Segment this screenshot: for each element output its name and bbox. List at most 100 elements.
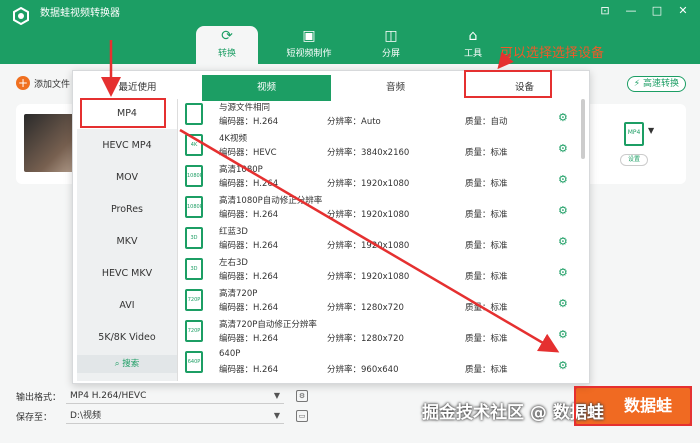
preset-encoder: 编码器：H.264 xyxy=(219,272,279,282)
gear-icon[interactable]: ⚙ xyxy=(558,112,568,124)
preset-encoder: 编码器：H.264 xyxy=(219,334,279,344)
toolbox-icon: ⌂ xyxy=(468,28,478,44)
preset-list: 与源文件相同 编码器：H.264 分辨率：Auto 质量：自动 ⚙ 4K 4K视… xyxy=(179,99,579,381)
split-screen-icon: ◫ xyxy=(384,28,398,44)
preset-quality: 质量：标准 xyxy=(465,303,508,313)
preset-name: 4K视频 xyxy=(219,134,247,144)
gear-icon[interactable]: ⚙ xyxy=(558,298,568,310)
tab-convert[interactable]: ⟳ 转换 xyxy=(196,26,258,66)
format-search-button[interactable]: ⌕ 搜索 xyxy=(77,355,177,373)
preset-resolution: 分辨率：3840x2160 xyxy=(327,148,410,158)
output-format-button[interactable]: MP4 xyxy=(624,122,644,146)
app-title: 数据蛙视频转换器 xyxy=(40,8,120,19)
video-preset-icon: 720P xyxy=(185,289,203,311)
video-preset-icon: 720P xyxy=(185,320,203,342)
preset-encoder: 编码器：H.264 xyxy=(219,241,279,251)
preset-name: 高清1080P自动修正分辨率 xyxy=(219,196,323,206)
image-icon: ▣ xyxy=(302,28,316,44)
annotation-text: 可以选择选择设备 xyxy=(500,46,605,61)
preset-quality: 质量：标准 xyxy=(465,365,508,375)
close-button[interactable]: ✕ xyxy=(674,4,692,18)
search-icon: ⌕ xyxy=(114,359,120,369)
add-file-button[interactable]: + 添加文件 xyxy=(16,76,70,90)
preset-row[interactable]: 3D 红蓝3D 编码器：H.264 分辨率：1920x1080 质量：标准 ⚙ xyxy=(179,223,579,254)
preset-name: 红蓝3D xyxy=(219,227,248,237)
save-to-select[interactable]: D:\视频 ▼ xyxy=(66,408,284,424)
popup-tab-video[interactable]: 视频 xyxy=(202,75,331,101)
tab-split-screen[interactable]: ◫ 分屏 xyxy=(360,26,422,66)
app-logo-icon xyxy=(13,7,29,25)
format-item-hevc-mp4[interactable]: HEVC MP4 xyxy=(77,131,177,161)
preset-row[interactable]: 720P 高清720P自动修正分辨率 编码器：H.264 分辨率：1280x72… xyxy=(179,316,579,347)
video-preset-icon: 1080P xyxy=(185,165,203,187)
preset-name: 高清720P xyxy=(219,289,258,299)
highlight-box-convert xyxy=(574,386,692,426)
plus-icon: + xyxy=(16,76,30,90)
preset-resolution: 分辨率：1920x1080 xyxy=(327,210,410,220)
lightning-icon: ⚡ xyxy=(633,79,641,89)
format-item-5k-8k[interactable]: 5K/8K Video xyxy=(77,323,177,353)
preset-quality: 质量：标准 xyxy=(465,210,508,220)
chevron-down-icon: ▼ xyxy=(273,411,280,420)
gear-icon[interactable]: ⚙ xyxy=(558,360,568,372)
save-to-value: D:\视频 xyxy=(70,411,101,421)
preset-row[interactable]: 640P 640P 编码器：H.264 分辨率：960x640 质量：标准 ⚙ xyxy=(179,347,579,378)
preset-row[interactable]: 3D 左右3D 编码器：H.264 分辨率：1920x1080 质量：标准 ⚙ xyxy=(179,254,579,285)
maximize-button[interactable]: □ xyxy=(648,4,666,18)
video-preset-icon: 640P xyxy=(185,351,203,373)
preset-quality: 质量：标准 xyxy=(465,272,508,282)
preset-resolution: 分辨率：1920x1080 xyxy=(327,179,410,189)
preset-encoder: 编码器：HEVC xyxy=(219,148,277,158)
preset-quality: 质量：标准 xyxy=(465,241,508,251)
gear-icon[interactable]: ⚙ xyxy=(558,236,568,248)
preset-encoder: 编码器：H.264 xyxy=(219,179,279,189)
item-settings-button[interactable]: 设置 xyxy=(620,154,648,166)
minimize-button[interactable]: — xyxy=(622,4,640,18)
preset-row[interactable]: 4K 4K视频 编码器：HEVC 分辨率：3840x2160 质量：标准 ⚙ xyxy=(179,130,579,161)
format-settings-icon[interactable]: ⚙ xyxy=(296,390,308,402)
tab-short-video[interactable]: ▣ 短视频制作 xyxy=(278,26,340,66)
preset-resolution: 分辨率：960x640 xyxy=(327,365,399,375)
preset-row[interactable]: 1080P 高清1080P 编码器：H.264 分辨率：1920x1080 质量… xyxy=(179,161,579,192)
scrollbar[interactable] xyxy=(581,99,585,159)
preset-name: 640P xyxy=(219,349,241,359)
format-item-prores[interactable]: ProRes xyxy=(77,195,177,225)
gear-icon[interactable]: ⚙ xyxy=(558,143,568,155)
output-format-select[interactable]: MP4 H.264/HEVC ▼ xyxy=(66,388,284,404)
preset-name: 高清720P自动修正分辨率 xyxy=(219,320,317,330)
preset-encoder: 编码器：H.264 xyxy=(219,117,279,127)
folder-icon[interactable]: ▭ xyxy=(296,410,308,422)
popup-tab-audio[interactable]: 音频 xyxy=(331,75,460,101)
fast-convert-button[interactable]: ⚡ 高速转换 xyxy=(626,76,686,92)
preset-encoder: 编码器：H.264 xyxy=(219,365,279,375)
tab-label: 转换 xyxy=(217,49,236,59)
output-format-value: MP4 H.264/HEVC xyxy=(70,391,147,401)
preset-row[interactable]: 720P 高清720P 编码器：H.264 分辨率：1280x720 质量：标准… xyxy=(179,285,579,316)
preset-quality: 质量：标准 xyxy=(465,179,508,189)
gear-icon[interactable]: ⚙ xyxy=(558,267,568,279)
format-item-mkv[interactable]: MKV xyxy=(77,227,177,257)
preset-row[interactable]: 1080P 高清1080P自动修正分辨率 编码器：H.264 分辨率：1920x… xyxy=(179,192,579,223)
tab-tools[interactable]: ⌂ 工具 xyxy=(442,26,504,66)
gear-icon[interactable]: ⚙ xyxy=(558,205,568,217)
video-preset-icon: 3D xyxy=(185,258,203,280)
chevron-down-icon[interactable]: ▼ xyxy=(648,126,654,135)
convert-icon: ⟳ xyxy=(221,28,233,44)
preset-resolution: 分辨率：1280x720 xyxy=(327,303,404,313)
preset-name: 高清1080P xyxy=(219,165,263,175)
output-format-label: 输出格式： xyxy=(16,393,62,403)
video-preset-icon: 1080P xyxy=(185,196,203,218)
gear-icon[interactable]: ⚙ xyxy=(558,329,568,341)
feedback-icon[interactable]: ⊡ xyxy=(596,4,614,18)
highlight-box-mp4 xyxy=(80,98,166,128)
gear-icon[interactable]: ⚙ xyxy=(558,174,568,186)
format-item-mov[interactable]: MOV xyxy=(77,163,177,193)
format-item-hevc-mkv[interactable]: HEVC MKV xyxy=(77,259,177,289)
preset-encoder: 编码器：H.264 xyxy=(219,210,279,220)
format-item-avi[interactable]: AVI xyxy=(77,291,177,321)
preset-quality: 质量：标准 xyxy=(465,334,508,344)
preset-row[interactable]: 与源文件相同 编码器：H.264 分辨率：Auto 质量：自动 ⚙ xyxy=(179,99,579,130)
preset-name: 与源文件相同 xyxy=(219,103,271,113)
format-search-label: 搜索 xyxy=(122,359,140,369)
format-list: MP4 HEVC MP4 MOV ProRes MKV HEVC MKV AVI… xyxy=(77,99,177,381)
